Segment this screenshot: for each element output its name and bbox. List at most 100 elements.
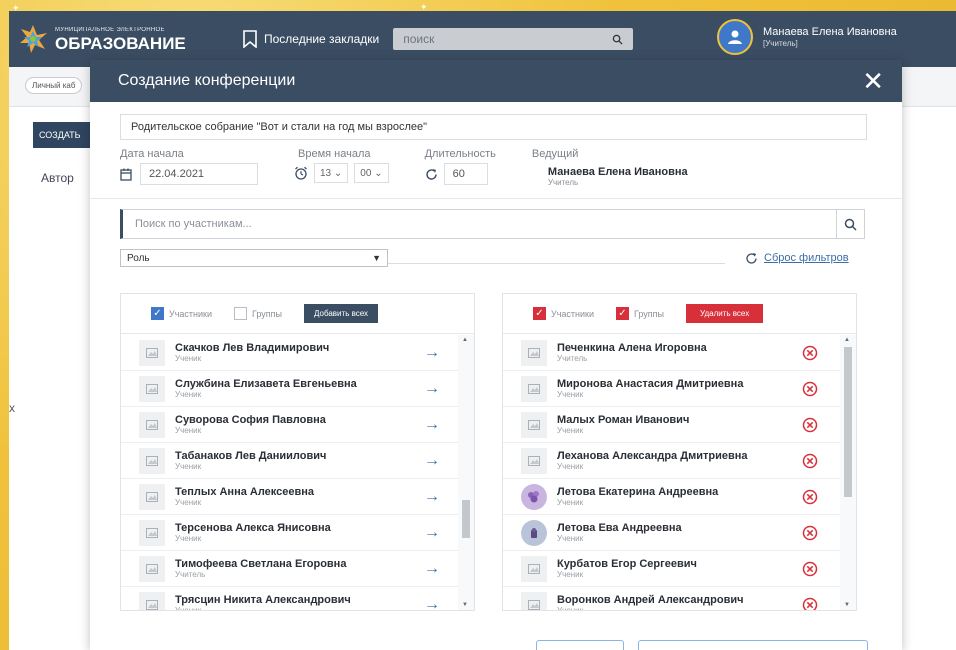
participant-name: Миронова Анастасия Дмитриевна xyxy=(557,378,744,390)
list-item[interactable]: Терсенова Алекса Янисовна Ученик → xyxy=(121,515,458,551)
logo-icon xyxy=(17,23,49,55)
groups-checkbox[interactable]: Группы xyxy=(234,307,282,320)
remove-icon[interactable] xyxy=(802,453,818,469)
flower-avatar-icon xyxy=(521,483,547,510)
scroll-down-icon[interactable]: ▼ xyxy=(462,602,468,608)
reset-icon xyxy=(746,252,757,264)
image-placeholder-icon xyxy=(139,447,165,474)
scroll-up-icon[interactable]: ▲ xyxy=(462,337,468,343)
image-placeholder-icon xyxy=(521,447,547,474)
create-conference-modal: Создание конференции ✕ Родительское собр… xyxy=(90,60,902,650)
participant-search-input[interactable]: Поиск по участникам... xyxy=(120,209,865,239)
checkbox-label: Участники xyxy=(551,308,594,319)
cancel-button[interactable] xyxy=(536,640,624,650)
scrollbar-thumb[interactable] xyxy=(462,500,470,538)
arrow-right-icon[interactable]: → xyxy=(424,381,440,397)
participant-name: Тимофеева Светлана Егоровна xyxy=(175,558,347,570)
arrow-right-icon[interactable]: → xyxy=(424,489,440,505)
scroll-up-icon[interactable]: ▲ xyxy=(844,337,850,343)
participant-role: Ученик xyxy=(175,390,202,399)
remove-icon[interactable] xyxy=(802,597,818,610)
participant-search-button[interactable] xyxy=(836,210,864,238)
remove-icon[interactable] xyxy=(802,525,818,541)
remove-icon[interactable] xyxy=(802,381,818,397)
remove-all-button[interactable]: Удалить всех xyxy=(686,304,764,323)
arrow-right-icon[interactable]: → xyxy=(424,597,440,611)
scrollbar[interactable]: ▲ ▼ xyxy=(840,335,856,610)
top-navigation-bar: МУНИЦИПАЛЬНОЕ ЭЛЕКТРОННОЕ ОБРАЗОВАНИЕ По… xyxy=(9,11,956,67)
chevron-down-icon: ⌄ xyxy=(333,167,343,179)
list-item[interactable]: Табанаков Лев Даниилович Ученик → xyxy=(121,443,458,479)
scrollbar-thumb[interactable] xyxy=(844,347,852,497)
breadcrumb[interactable]: Личный каб xyxy=(25,77,83,94)
image-placeholder-icon xyxy=(521,411,547,438)
recent-bookmarks-link[interactable]: Последние закладки xyxy=(242,30,379,48)
scrollbar[interactable]: ▲ ▼ xyxy=(458,335,474,610)
search-icon xyxy=(844,218,857,231)
remove-icon[interactable] xyxy=(802,345,818,361)
participant-name: Летова Екатерина Андреевна xyxy=(557,486,719,498)
participant-name: Терсенова Алекса Янисовна xyxy=(175,522,331,534)
list-item[interactable]: Суворова София Павловна Ученик → xyxy=(121,407,458,443)
global-search-input[interactable]: поиск xyxy=(393,28,634,50)
create-conference-button[interactable] xyxy=(638,640,868,650)
minute-select[interactable]: 00 ⌄ xyxy=(354,163,389,183)
list-item: Леханова Александра Дмитриевна Ученик xyxy=(503,443,840,479)
participant-role: Ученик xyxy=(175,462,202,471)
participant-name: Теплых Анна Алексеевна xyxy=(175,486,315,498)
participant-role: Ученик xyxy=(175,606,351,610)
create-button[interactable]: СОЗДАТЬ xyxy=(33,122,93,148)
arrow-right-icon[interactable]: → xyxy=(424,417,440,433)
host-name: Манаева Елена Ивановна xyxy=(547,166,688,178)
filter-line xyxy=(388,262,725,264)
scroll-down-icon[interactable]: ▼ xyxy=(844,602,850,608)
remove-icon[interactable] xyxy=(802,489,818,505)
image-placeholder-icon xyxy=(139,519,165,546)
arrow-right-icon[interactable]: → xyxy=(424,561,440,577)
add-all-button[interactable]: Добавить всех xyxy=(304,304,379,323)
participants-checkbox[interactable]: ✓ Участники xyxy=(533,307,594,320)
user-profile[interactable]: Манаева Елена Ивановна [Учитель] xyxy=(717,19,897,55)
participants-checkbox[interactable]: ✓ Участники xyxy=(151,307,212,320)
bookmarks-label: Последние закладки xyxy=(264,32,380,46)
search-icon[interactable] xyxy=(612,34,623,45)
reset-filters-link[interactable]: Сброс фильтров xyxy=(745,252,849,265)
calendar-icon[interactable] xyxy=(120,168,132,181)
conference-title-input[interactable]: Родительское собрание "Вот и стали на го… xyxy=(120,114,867,140)
start-date-field[interactable]: 22.04.2021 xyxy=(140,163,258,185)
groups-checkbox[interactable]: ✓ Группы xyxy=(616,307,664,320)
logo[interactable]: МУНИЦИПАЛЬНОЕ ЭЛЕКТРОННОЕ ОБРАЗОВАНИЕ xyxy=(17,23,222,55)
list-item[interactable]: Трясцин Никита АлександровичУченик → xyxy=(121,587,458,610)
list-item: Малых Роман Иванович Ученик xyxy=(503,407,840,443)
participant-role: Учитель xyxy=(175,570,206,579)
image-placeholder-icon xyxy=(139,555,165,582)
arrow-right-icon[interactable]: → xyxy=(424,345,440,361)
participant-role: Ученик xyxy=(175,498,202,507)
arrow-right-icon[interactable]: → xyxy=(424,525,440,541)
conference-meta-row: Дата начала 22.04.2021 Время начала 13 ⌄… xyxy=(120,148,872,190)
list-item[interactable]: Тимофеева Светлана Егоровна Учитель → xyxy=(121,551,458,587)
participant-role: Ученик xyxy=(175,354,202,363)
list-item[interactable]: Службина Елизавета Евгеньевна Ученик → xyxy=(121,371,458,407)
remove-icon[interactable] xyxy=(802,561,818,577)
background-close-icon: x xyxy=(9,401,15,415)
role-select[interactable]: Роль ▼ xyxy=(120,249,388,267)
remove-icon[interactable] xyxy=(802,417,818,433)
participant-name: Воронков Андрей Александрович xyxy=(557,594,744,606)
selected-list: Печенкина Алена Игоровна Учитель Миронова… xyxy=(503,335,840,610)
alarm-clock-icon xyxy=(295,166,307,180)
list-item[interactable]: Скачков Лев Владимирович Ученик → xyxy=(121,335,458,371)
checkbox-checked-icon: ✓ xyxy=(151,307,164,320)
list-item[interactable]: Теплых Анна Алексеевна Ученик → xyxy=(121,479,458,515)
list-item: Печенкина Алена Игоровна Учитель xyxy=(503,335,840,371)
image-placeholder-icon xyxy=(139,483,165,510)
start-time-block: Время начала 13 ⌄ 00 ⌄ xyxy=(294,148,389,190)
checkbox-checked-icon: ✓ xyxy=(533,307,546,320)
participant-name: Курбатов Егор Сергеевич xyxy=(557,558,697,570)
duration-field[interactable]: 60 xyxy=(443,163,488,185)
host-label: Ведущий xyxy=(531,148,579,160)
hour-select[interactable]: 13 ⌄ xyxy=(314,163,349,183)
close-icon[interactable]: ✕ xyxy=(862,68,884,94)
arrow-right-icon[interactable]: → xyxy=(424,453,440,469)
checkbox-label: Участники xyxy=(169,308,212,319)
